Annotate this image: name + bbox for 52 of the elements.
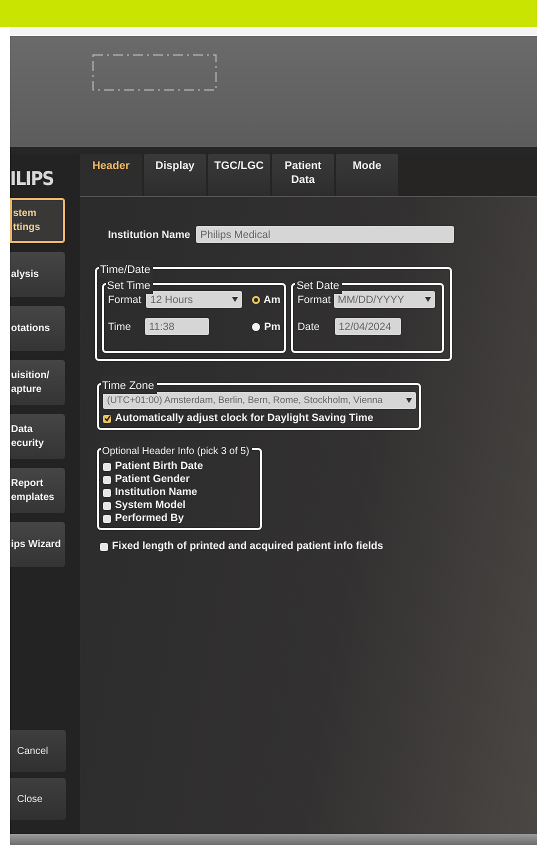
checkbox[interactable]: [103, 414, 111, 422]
checkbox-label: Fixed length of printed and acquired patient info fields: [112, 540, 384, 553]
sidebar-item[interactable]: ips Wizard: [10, 522, 65, 567]
tab[interactable]: Display: [144, 154, 206, 196]
tab[interactable]: Header: [80, 154, 142, 196]
sidebar-item[interactable]: uisition/ apture: [10, 360, 65, 405]
radio-button[interactable]: [252, 322, 260, 330]
caret-icon: [424, 297, 431, 302]
tab[interactable]: Mode: [336, 154, 398, 196]
institution-name-field[interactable]: Philips Medical: [196, 226, 454, 243]
field-label: Format: [108, 294, 142, 306]
checkbox[interactable]: [100, 542, 108, 550]
group-title: Time/Date: [100, 264, 150, 276]
radio-button[interactable]: [252, 296, 260, 304]
field-label: Time: [108, 320, 131, 332]
tab[interactable]: Patient Data: [272, 154, 334, 196]
checkbox[interactable]: [103, 502, 111, 510]
caret-icon: [232, 297, 238, 302]
sidebar-item[interactable]: Report emplates: [10, 468, 65, 513]
checkbox[interactable]: [103, 488, 111, 496]
sidebar-item[interactable]: alysis: [10, 252, 65, 297]
group-title: Set Date: [296, 280, 340, 292]
sidebar-item[interactable]: stem ttings: [10, 198, 65, 243]
caret-icon: [406, 398, 412, 403]
time-zone-dropdown[interactable]: (UTC+01:00) Amsterdam, Berlin, Bern, Rome, Stockholm, Vienna: [103, 392, 416, 409]
checkbox[interactable]: [103, 514, 111, 522]
sidebar-item[interactable]: otations: [10, 306, 65, 351]
checkbox-label: Patient Birth Date: [115, 460, 204, 473]
time-field[interactable]: 11:38: [144, 318, 209, 335]
format-dropdown[interactable]: MM/DD/YYYY: [334, 291, 435, 308]
group-title: Time Zone: [102, 380, 154, 392]
group-title: Optional Header Info (pick 3 of 5): [102, 446, 250, 457]
radio-label: Am: [264, 294, 280, 306]
field-label: Date: [297, 320, 320, 332]
checkbox-label: Performed By: [115, 512, 184, 525]
field-label: Format: [297, 294, 331, 306]
checkbox[interactable]: [103, 476, 111, 484]
cancel-button[interactable]: Cancel: [10, 730, 66, 772]
checkbox-label: Patient Gender: [115, 473, 190, 486]
close-button[interactable]: Close: [10, 778, 66, 820]
checkbox-label: Automatically adjust clock for Daylight Saving Time: [115, 412, 374, 425]
radio-label: Pm: [264, 320, 280, 332]
format-dropdown[interactable]: 12 Hours: [146, 291, 242, 308]
checkbox[interactable]: [103, 462, 111, 470]
field-label: Institution Name: [108, 228, 190, 240]
date-field[interactable]: 12/04/2024: [334, 318, 401, 335]
group-title: Set Time: [107, 280, 150, 292]
tab[interactable]: TGC/LGC: [208, 154, 270, 196]
brand-logo: ILIPS: [10, 168, 54, 192]
sidebar-item[interactable]: Data ecurity: [10, 414, 65, 459]
checkbox-label: Institution Name: [115, 486, 198, 499]
checkbox-label: System Model: [115, 499, 186, 512]
